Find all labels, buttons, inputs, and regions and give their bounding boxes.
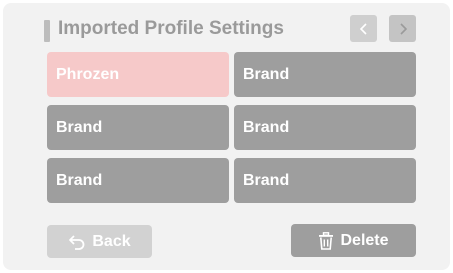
profile-tile[interactable]: Brand — [234, 52, 416, 97]
undo-arrow-icon — [69, 234, 85, 250]
page-title: Imported Profile Settings — [58, 18, 284, 39]
profile-tile[interactable]: Brand — [47, 105, 229, 150]
delete-label: Delete — [340, 231, 389, 249]
profile-tile[interactable]: Brand — [234, 105, 416, 150]
delete-button[interactable]: Delete — [291, 224, 416, 257]
profile-tile[interactable]: Brand — [47, 158, 229, 203]
back-button[interactable]: Back — [47, 225, 152, 258]
title-accent-bar — [44, 20, 50, 42]
prev-page-button[interactable] — [350, 15, 377, 42]
chevron-left-icon — [359, 22, 367, 35]
next-page-button[interactable] — [389, 15, 416, 42]
chevron-right-icon — [399, 22, 407, 35]
back-label: Back — [92, 232, 131, 250]
profile-tile[interactable]: Brand — [234, 158, 416, 203]
header: Imported Profile Settings — [44, 15, 416, 45]
profile-tile[interactable]: Phrozen — [47, 52, 229, 97]
trash-icon — [319, 231, 334, 250]
